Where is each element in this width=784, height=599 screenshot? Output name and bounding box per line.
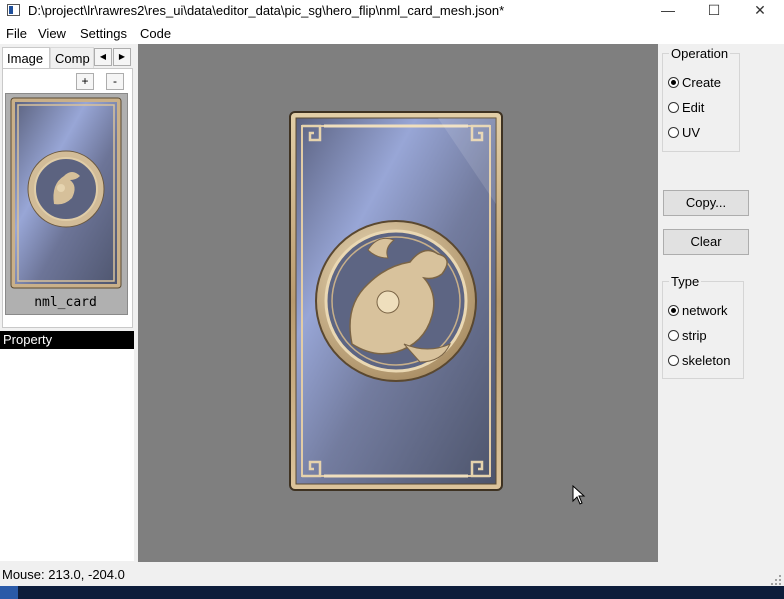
- tab-comp[interactable]: Comp: [50, 47, 94, 68]
- remove-image-button[interactable]: -: [106, 73, 124, 90]
- type-network-radio[interactable]: network: [668, 303, 728, 318]
- mouse-position-status: Mouse: 213.0, -204.0: [2, 567, 125, 582]
- property-header: Property: [0, 331, 134, 349]
- taskbar: [0, 586, 784, 599]
- card-thumbnail-image: [10, 97, 122, 289]
- operation-edit-radio[interactable]: Edit: [668, 100, 704, 115]
- type-strip-label: strip: [682, 328, 707, 343]
- operation-group-title: Operation: [669, 46, 731, 61]
- operation-uv-label: UV: [682, 125, 701, 140]
- add-image-button[interactable]: +: [76, 73, 94, 90]
- radio-unchecked-icon: [668, 355, 679, 366]
- radio-checked-icon: [668, 305, 679, 316]
- operation-uv-radio[interactable]: UV: [668, 125, 700, 140]
- operation-edit-label: Edit: [682, 100, 705, 115]
- maximize-button[interactable]: ☐: [691, 0, 737, 22]
- window-title: D:\project\lr\rawres2\res_ui\data\editor…: [28, 3, 505, 18]
- tab-scroll-right-button[interactable]: ▶: [113, 48, 131, 66]
- type-group-title: Type: [669, 274, 702, 289]
- type-strip-radio[interactable]: strip: [668, 328, 707, 343]
- thumbnail-item[interactable]: [5, 93, 128, 315]
- taskbar-start-area[interactable]: [0, 586, 18, 599]
- tab-image[interactable]: Image: [2, 47, 50, 68]
- mouse-cursor-icon: [572, 485, 586, 505]
- minimize-button[interactable]: —: [645, 0, 691, 22]
- menu-settings[interactable]: Settings: [80, 26, 127, 41]
- mesh-canvas[interactable]: [138, 44, 658, 562]
- copy-button[interactable]: Copy...: [663, 190, 749, 216]
- resize-grip-icon[interactable]: [770, 574, 782, 586]
- close-button[interactable]: ✕: [737, 0, 783, 22]
- type-skeleton-radio[interactable]: skeleton: [668, 353, 730, 368]
- type-skeleton-label: skeleton: [682, 353, 731, 368]
- radio-unchecked-icon: [668, 102, 679, 113]
- radio-unchecked-icon: [668, 330, 679, 341]
- operation-create-label: Create: [682, 75, 722, 90]
- type-network-label: network: [682, 303, 728, 318]
- menu-code[interactable]: Code: [140, 26, 171, 41]
- menu-view[interactable]: View: [38, 26, 66, 41]
- thumbnail-label: nml_card: [34, 295, 97, 310]
- clear-button[interactable]: Clear: [663, 229, 749, 255]
- operation-create-radio[interactable]: Create: [668, 75, 721, 90]
- app-icon: [7, 4, 20, 16]
- tab-scroll-left-button[interactable]: ◀: [94, 48, 112, 66]
- radio-checked-icon: [668, 77, 679, 88]
- property-panel: [0, 349, 134, 561]
- radio-unchecked-icon: [668, 127, 679, 138]
- menu-file[interactable]: File: [6, 26, 27, 41]
